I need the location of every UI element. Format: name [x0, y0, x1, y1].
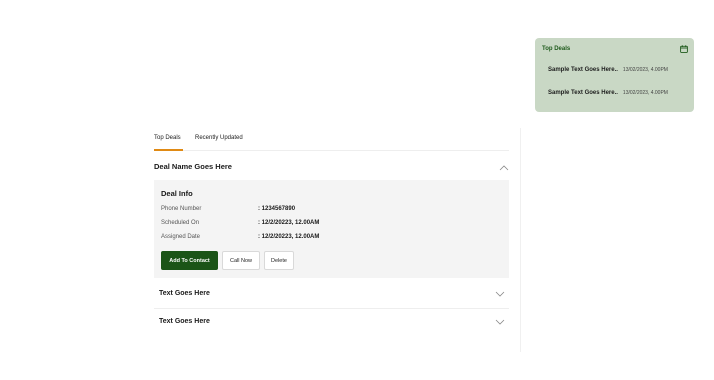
tab-top-deals[interactable]: Top Deals: [154, 135, 181, 141]
widget-item-date: 13/02/2023, 4.00PM: [622, 90, 668, 96]
add-to-contact-button[interactable]: Add To Contact: [161, 251, 218, 270]
calendar-icon[interactable]: [680, 45, 688, 53]
top-deals-widget: Top Deals: [535, 38, 694, 112]
chevron-up-icon[interactable]: [499, 164, 509, 172]
tab-bar: Top Deals Recently Updated: [154, 135, 509, 151]
scheduled-on-label: Scheduled On: [161, 220, 200, 226]
deal-accordion-header[interactable]: Deal Name Goes Here: [154, 159, 509, 179]
assigned-date-label: Assigned Date: [161, 234, 201, 240]
phone-number-label: Phone Number: [161, 206, 202, 212]
delete-button[interactable]: Delete: [264, 251, 294, 270]
panel-divider: [520, 128, 521, 352]
widget-list-item[interactable]: Sample Text Goes Here.. 13/02/2023, 4.00…: [548, 89, 668, 97]
widget-item-text: Sample Text Goes Here..: [548, 67, 618, 73]
accordion-item-label: Text Goes Here: [159, 290, 210, 297]
deal-info-box: Deal Info Phone Number : 1234567890 Sche…: [154, 180, 509, 278]
chevron-down-icon[interactable]: [495, 318, 505, 326]
chevron-down-icon[interactable]: [495, 290, 505, 298]
widget-list-item[interactable]: Sample Text Goes Here.. 13/02/2023, 4.00…: [548, 66, 668, 74]
tab-recently-updated[interactable]: Recently Updated: [195, 135, 243, 141]
call-now-button[interactable]: Call Now: [222, 251, 260, 270]
active-tab-indicator: [154, 149, 183, 151]
accordion-item[interactable]: Text Goes Here: [154, 308, 509, 337]
widget-item-date: 13/02/2023, 4.00PM: [622, 67, 668, 73]
deal-info-title: Deal Info: [161, 189, 193, 198]
widget-item-text: Sample Text Goes Here..: [548, 90, 618, 96]
accordion-item[interactable]: Text Goes Here: [154, 280, 509, 309]
accordion-item-label: Text Goes Here: [159, 318, 210, 325]
widget-title: Top Deals: [542, 46, 571, 52]
phone-number-value: : 1234567890: [258, 206, 296, 212]
scheduled-on-value: : 12/2/20223, 12.00AM: [258, 220, 320, 226]
deal-title: Deal Name Goes Here: [154, 162, 232, 171]
assigned-date-value: : 12/2/20223, 12.00AM: [258, 234, 320, 240]
